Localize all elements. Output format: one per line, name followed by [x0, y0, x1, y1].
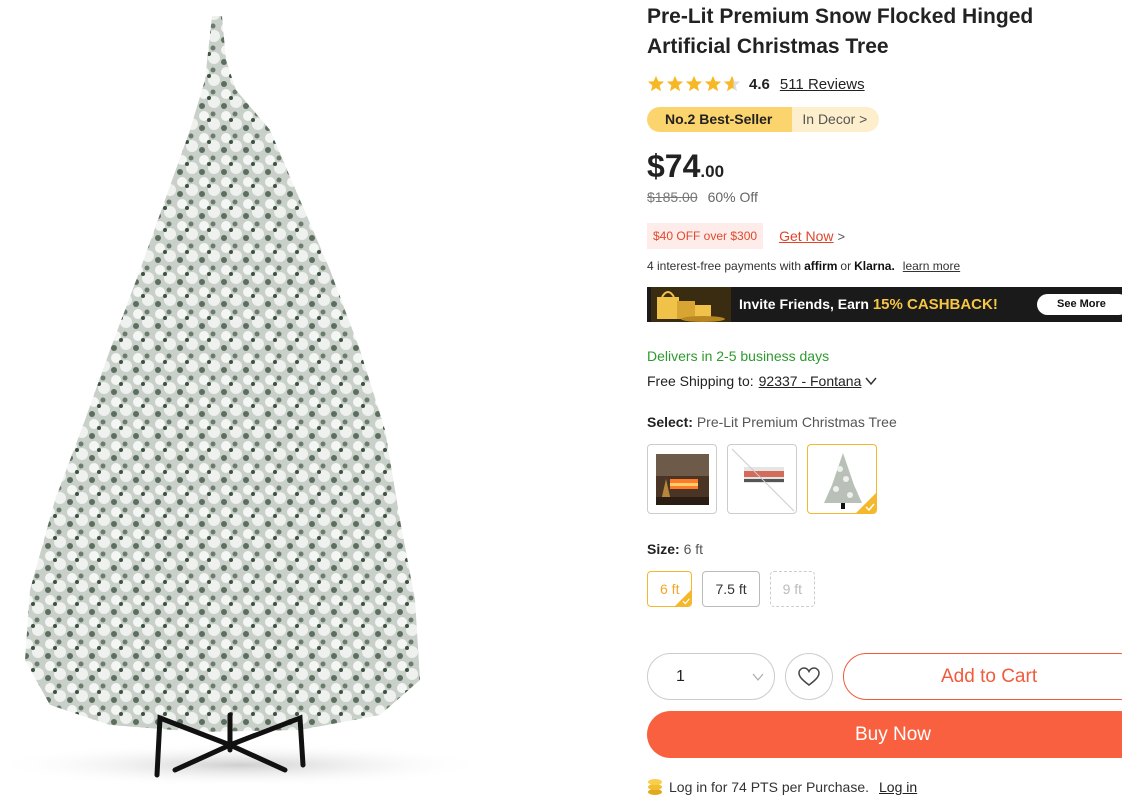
- size-option-6ft[interactable]: 6 ft: [647, 571, 693, 607]
- variant-christmas-tree[interactable]: [807, 444, 877, 514]
- original-price-row: $185.00 60% Off: [647, 189, 758, 205]
- get-now-link[interactable]: Get Now: [779, 228, 833, 244]
- discount-percent: 60% Off: [707, 189, 758, 205]
- heart-icon: [798, 666, 820, 686]
- star-icon: [704, 75, 722, 92]
- variant-electric-fireplace[interactable]: [727, 444, 797, 514]
- delivery-estimate: Delivers in 2-5 business days: [647, 348, 830, 364]
- star-icon: [666, 75, 684, 92]
- see-more-button[interactable]: See More: [1037, 294, 1122, 315]
- size-options: 6 ft 7.5 ft 9 ft: [647, 571, 816, 607]
- size-option-9ft: 9 ft: [769, 571, 816, 607]
- rating-value: 4.6: [749, 75, 770, 93]
- chevron-right-icon: >: [837, 228, 846, 244]
- variant-select-label: Select: Pre-Lit Premium Christmas Tree: [647, 414, 897, 430]
- affirm-logo: affirm: [804, 259, 838, 273]
- reviews-link[interactable]: 511 Reviews: [780, 76, 865, 93]
- star-rating: [647, 75, 741, 93]
- product-details: Pre-Lit Premium Snow Flocked Hinged Arti…: [647, 0, 1122, 798]
- size-option-7-5ft[interactable]: 7.5 ft: [702, 571, 760, 607]
- installment-text: 4 interest-free payments with: [647, 259, 802, 273]
- product-title: Pre-Lit Premium Snow Flocked Hinged Arti…: [647, 5, 1034, 58]
- installment-payments: 4 interest-free payments with affirm or …: [647, 259, 960, 273]
- points-text: Log in for 74 PTS per Purchase.: [669, 779, 869, 795]
- invite-friends-banner[interactable]: Invite Friends, Earn 15% CASHBACK! See M…: [647, 287, 1122, 322]
- banner-text: Invite Friends, Earn 15% CASHBACK!: [739, 296, 998, 313]
- best-seller-category: In Decor >: [802, 111, 868, 127]
- product-image: [0, 0, 520, 798]
- variant-options: [647, 444, 877, 514]
- select-value: Pre-Lit Premium Christmas Tree: [696, 414, 897, 430]
- promo-row: $40 OFF over $300 Get Now >: [647, 223, 845, 249]
- quantity-value: 1: [676, 667, 685, 685]
- fireplace-room-thumbnail: [656, 454, 709, 505]
- klarna-logo: Klarna.: [854, 259, 895, 273]
- electric-fireplace-thumbnail: [731, 448, 795, 512]
- original-price: $185.00: [647, 189, 698, 205]
- points-row: Log in for 74 PTS per Purchase. Log in: [647, 778, 917, 796]
- shipping-row: Free Shipping to: 92337 - Fontana: [647, 373, 877, 389]
- shopping-bags-icon: [651, 287, 731, 322]
- selected-check-icon: [856, 493, 876, 513]
- selected-check-icon: [675, 590, 692, 606]
- size-label-row: Size: 6 ft: [647, 541, 703, 557]
- half-star-icon: [723, 75, 741, 92]
- price-main: $74: [647, 148, 701, 184]
- price-cents: .00: [700, 162, 725, 181]
- star-icon: [685, 75, 703, 92]
- shipping-location-link[interactable]: 92337 - Fontana: [759, 373, 862, 389]
- star-icon: [647, 75, 665, 92]
- chevron-down-icon: [752, 673, 764, 681]
- coins-icon: [648, 779, 662, 795]
- wishlist-button[interactable]: [785, 653, 833, 700]
- best-seller-rank: No.2 Best-Seller: [647, 107, 793, 132]
- rating-row: 4.6 511 Reviews: [647, 73, 865, 95]
- learn-more-link[interactable]: learn more: [903, 259, 960, 273]
- login-link[interactable]: Log in: [879, 779, 917, 795]
- buy-now-button[interactable]: Buy Now: [647, 711, 1122, 758]
- variant-fireplace-room[interactable]: [647, 444, 717, 514]
- size-label: Size:: [647, 541, 680, 557]
- chevron-down-icon[interactable]: [865, 376, 877, 386]
- size-value: 6 ft: [683, 541, 704, 557]
- best-seller-badge[interactable]: No.2 Best-Seller In Decor >: [647, 107, 880, 132]
- add-to-cart-button[interactable]: Add to Cart: [843, 653, 1122, 700]
- price: $74 .00: [647, 148, 724, 185]
- select-label: Select:: [647, 414, 693, 430]
- or-text: or: [840, 259, 852, 273]
- promo-tag: $40 OFF over $300: [647, 223, 764, 249]
- quantity-select[interactable]: 1: [647, 653, 775, 700]
- christmas-tree-image: [0, 16, 490, 787]
- shipping-label: Free Shipping to:: [647, 373, 754, 389]
